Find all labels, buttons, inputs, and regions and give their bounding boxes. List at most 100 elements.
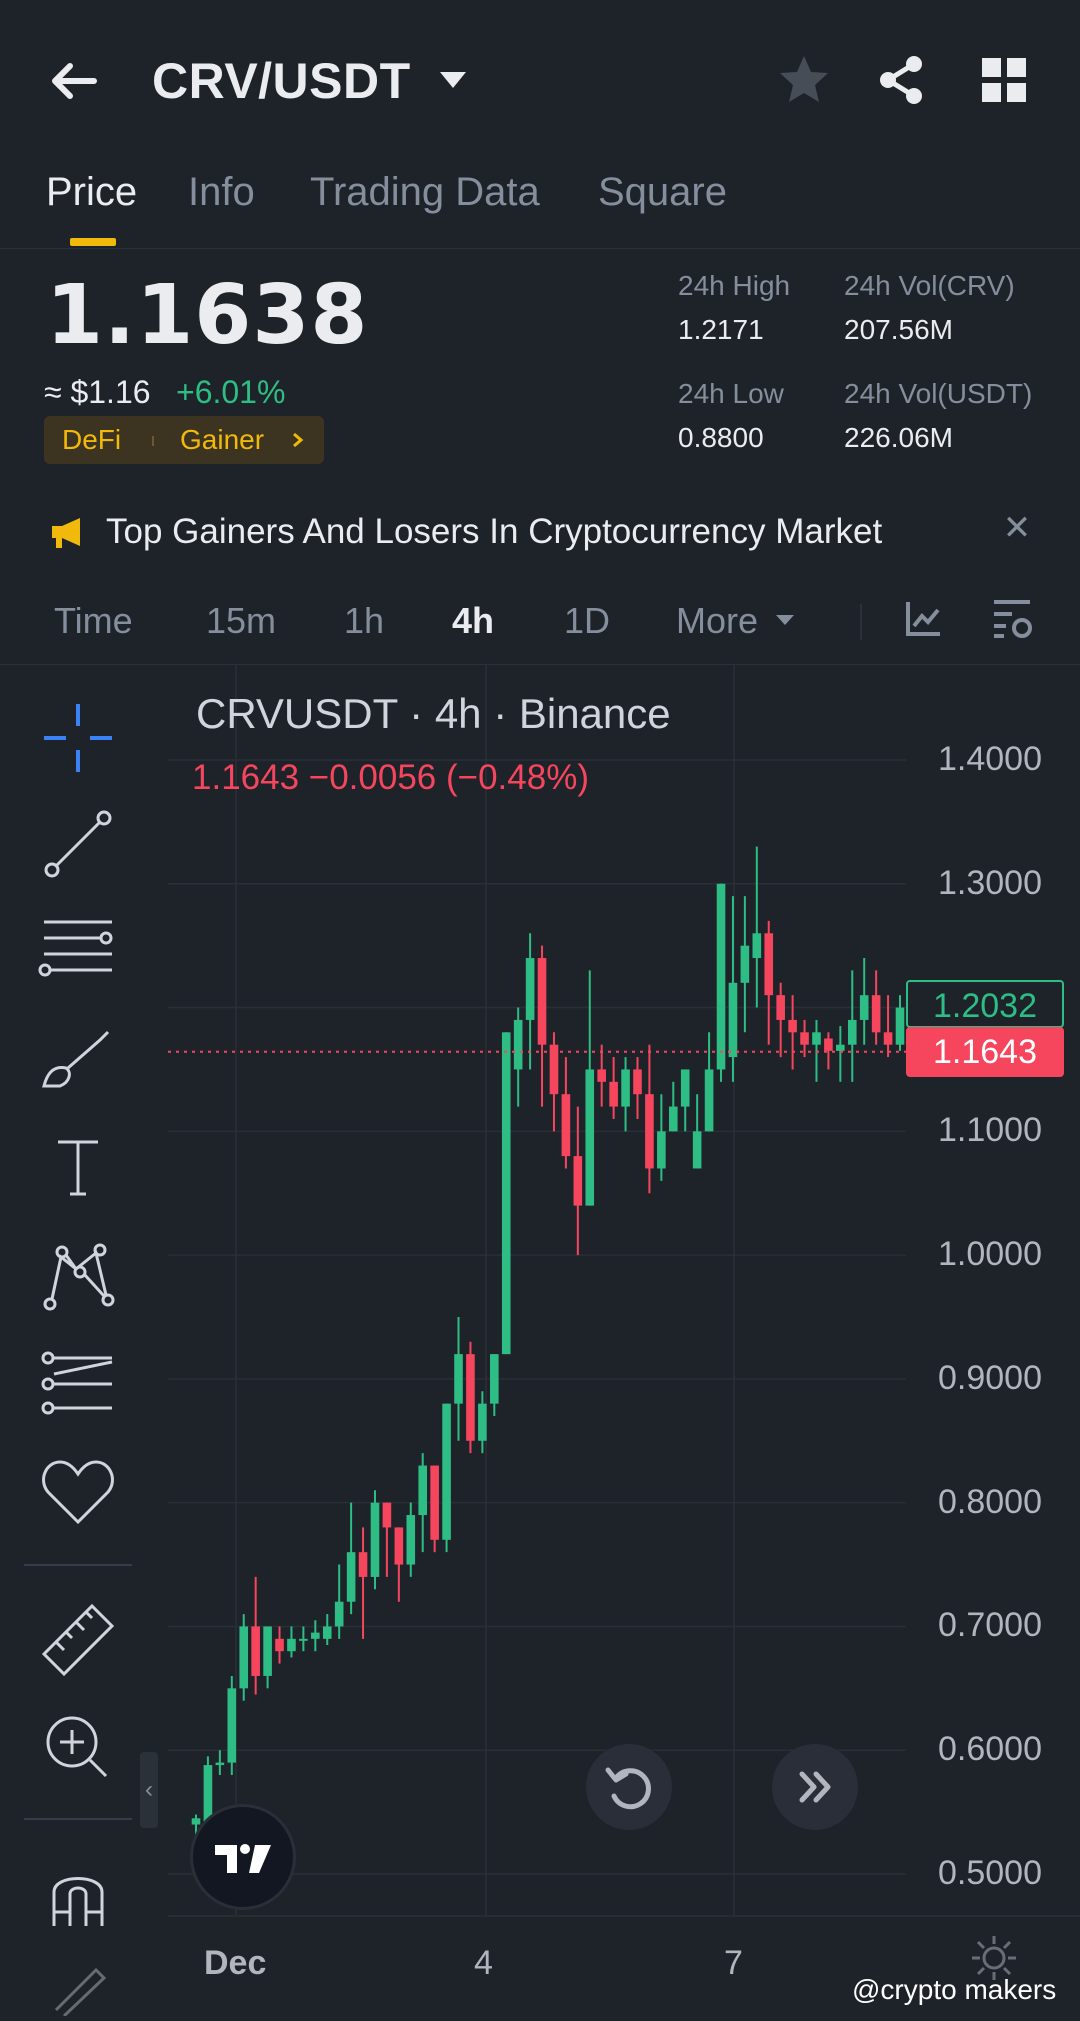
brush-tool[interactable] [36,1020,120,1100]
y-tick-label: 1.0000 [938,1235,1042,1274]
magnet-tool[interactable] [36,1854,120,1934]
magnet-icon [52,1877,104,1926]
candle-body [680,1069,690,1107]
candle-body [668,1106,678,1132]
y-tick-label: 0.8000 [938,1482,1042,1521]
reset-chart-button[interactable] [586,1744,672,1830]
candle-body [585,1069,595,1206]
crosshair-icon [44,704,112,772]
candle-body [716,883,726,1070]
candle-body [299,1638,308,1641]
trendline-icon [44,810,112,878]
x-tick-4: 4 [474,1944,493,1982]
candle-body [537,958,547,1045]
text-tool[interactable] [36,1128,120,1208]
candle-body [501,1032,511,1355]
candle-body [692,1131,702,1169]
candle-body [895,1007,905,1045]
candle-body [466,1354,475,1441]
candle-body [824,1038,833,1051]
candle-body [728,982,738,1058]
candle-body [633,1069,642,1095]
x-tick-7: 7 [724,1944,743,1982]
candle-body [406,1515,416,1565]
y-tick-label: 1.3000 [938,863,1042,902]
chart-ohlc: 1.1643 −0.0056 (−0.48%) [192,758,589,797]
x-tick-dec: Dec [204,1944,267,1982]
candle-body [645,1094,654,1169]
zoom-tool[interactable] [36,1706,120,1786]
candle-body [752,933,762,959]
candle-body [657,1131,666,1169]
candle-body [478,1403,487,1441]
measure-tool[interactable] [36,1598,120,1678]
candle-body [764,933,774,996]
trendline-tool[interactable] [36,804,120,884]
candle-body [215,1762,225,1766]
candle-body [418,1465,428,1516]
candle-body [454,1354,463,1404]
heart-icon [42,1460,114,1525]
candle-body [382,1502,392,1528]
price-label-high: 1.2032 [906,979,1064,1028]
candle-body [513,1019,523,1070]
candle-body [358,1552,368,1577]
y-tick-label: 1.1000 [938,1111,1042,1150]
pencil-icon [54,1967,107,2018]
collapse-toolbar-button[interactable]: ‹ [140,1752,158,1828]
price-label-last: 1.1643 [906,1026,1064,1077]
horizontal-lines-icon [38,920,113,977]
candle-body [883,1032,893,1045]
candle-body [394,1527,404,1565]
ruler-icon [41,1603,115,1677]
scroll-to-realtime-button[interactable] [772,1744,858,1830]
candle-body [287,1638,296,1652]
y-tick-label: 1.4000 [938,740,1042,778]
tradingview-logo-icon [215,1844,271,1873]
double-chevron-right-icon [799,1771,831,1803]
projection-tool[interactable] [36,1344,120,1424]
favorites-tool[interactable] [36,1452,120,1532]
reset-icon [605,1767,651,1810]
candle-body [334,1601,344,1627]
candle-body [871,995,881,1033]
candle-body [311,1632,320,1639]
tradingview-logo[interactable] [190,1804,296,1910]
y-tick-label: 0.9000 [938,1358,1042,1397]
candle-body [776,995,785,1020]
pattern-tool[interactable] [36,1236,120,1316]
candle-body [263,1626,272,1676]
candle-body [812,1032,821,1045]
candle-body [800,1032,809,1045]
candle-body [704,1069,714,1132]
chart-title: CRVUSDT · 4h · Binance [196,690,671,737]
candle-body [609,1081,618,1107]
candle-body [442,1403,451,1540]
candle-body [788,1019,797,1033]
brush-icon [42,1030,110,1088]
watermark: @crypto makers [852,1974,1057,2005]
pattern-icon [43,1243,115,1311]
candle-body [525,958,535,1020]
projection-icon [41,1351,113,1415]
divider [24,1564,132,1566]
candle-body [740,945,750,983]
y-tick-label: 0.7000 [938,1606,1042,1645]
candle-body [370,1502,380,1577]
candle-body [490,1354,499,1404]
candle-body [251,1626,260,1676]
crosshair-tool[interactable] [36,698,120,778]
chart-background [0,665,1080,2016]
candle-body [836,1044,845,1051]
candle-body [322,1626,332,1639]
pencil-tool[interactable] [36,1950,120,2018]
fib-tool[interactable] [36,914,120,994]
candle-body [227,1688,237,1763]
candle-body [346,1552,356,1602]
candle-body [239,1626,249,1689]
text-icon [58,1140,98,1196]
candle-body [275,1638,284,1652]
candle-body [430,1465,439,1540]
candle-body [859,995,869,1020]
candle-body [621,1069,630,1107]
